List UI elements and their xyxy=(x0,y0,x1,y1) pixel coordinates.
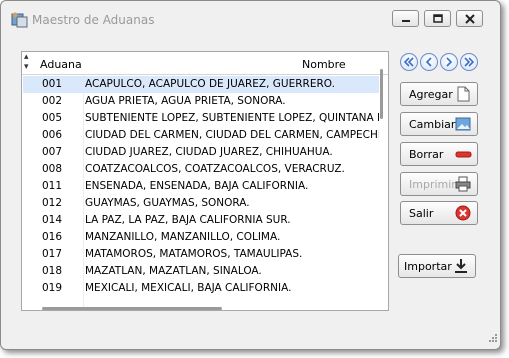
maximize-button[interactable] xyxy=(424,10,451,27)
cell-aduana: 017 xyxy=(42,248,63,260)
cell-aduana: 007 xyxy=(42,146,63,158)
new-document-icon xyxy=(457,86,470,102)
aduanas-grid[interactable]: ▴ ▾ Aduana Nombre 001 ACAPULCO, ACAPULCO D… xyxy=(21,51,389,311)
table-row[interactable]: 014 LA PAZ, LA PAZ, BAJA CALIFORNIA SUR. xyxy=(23,212,379,229)
imprimir-label: Imprimir xyxy=(409,178,456,191)
last-record-button[interactable] xyxy=(460,53,478,71)
cell-nombre: MANZANILLO, MANZANILLO, COLIMA. xyxy=(85,231,281,243)
table-row[interactable]: 005 SUBTENIENTE LOPEZ, SUBTENIENTE LOPEZ,… xyxy=(23,110,379,127)
column-header-aduana[interactable]: Aduana xyxy=(40,58,82,71)
resize-grip-icon[interactable] xyxy=(486,333,498,345)
chevron-left-icon xyxy=(425,57,432,67)
cell-nombre: SUBTENIENTE LOPEZ, SUBTENIENTE LOPEZ, QU… xyxy=(85,112,379,124)
table-row[interactable]: 001 ACAPULCO, ACAPULCO DE JUAREZ, GUERRER… xyxy=(23,76,379,93)
column-header-nombre[interactable]: Nombre xyxy=(302,58,346,71)
cell-aduana: 018 xyxy=(42,265,63,277)
borrar-button[interactable]: Borrar xyxy=(400,142,478,166)
table-row[interactable]: 006 CIUDAD DEL CARMEN, CIUDAD DEL CARMEN,… xyxy=(23,127,379,144)
printer-icon xyxy=(455,176,471,192)
chevron-right-icon xyxy=(446,57,453,67)
cell-aduana: 002 xyxy=(42,95,63,107)
cell-nombre: ENSENADA, ENSENADA, BAJA CALIFORNIA. xyxy=(85,180,309,192)
cell-aduana: 006 xyxy=(42,129,63,141)
cell-aduana: 001 xyxy=(42,78,63,90)
window-title: Maestro de Aduanas xyxy=(32,13,155,27)
cell-aduana: 019 xyxy=(42,282,63,294)
maximize-icon xyxy=(432,14,443,23)
download-arrow-icon xyxy=(455,259,467,273)
close-icon xyxy=(464,13,475,24)
previous-record-button[interactable] xyxy=(420,53,438,71)
cell-nombre: CIUDAD JUAREZ, CIUDAD JUAREZ, CHIHUAHUA. xyxy=(85,146,333,158)
cell-nombre: COATZACOALCOS, COATZACOALCOS, VERACRUZ. xyxy=(85,163,345,175)
vertical-scrollbar[interactable] xyxy=(380,69,383,119)
delete-bar-icon xyxy=(455,151,472,158)
table-row[interactable]: 018 MAZATLAN, MAZATLAN, SINALOA. xyxy=(23,263,379,280)
cambiar-label: Cambiar xyxy=(409,118,456,131)
table-row[interactable]: 002 AGUA PRIETA, AGUA PRIETA, SONORA. xyxy=(23,93,379,110)
horizontal-scrollbar[interactable] xyxy=(42,307,222,310)
cell-nombre: MAZATLAN, MAZATLAN, SINALOA. xyxy=(85,265,262,277)
cell-aduana: 008 xyxy=(42,163,63,175)
double-chevron-left-icon xyxy=(403,57,414,67)
table-row[interactable]: 011 ENSENADA, ENSENADA, BAJA CALIFORNIA. xyxy=(23,178,379,195)
table-row[interactable]: 016 MANZANILLO, MANZANILLO, COLIMA. xyxy=(23,229,379,246)
cell-nombre: MEXICALI, MEXICALI, BAJA CALIFORNIA. xyxy=(85,282,292,294)
imprimir-button[interactable]: Imprimir xyxy=(400,172,478,196)
table-row[interactable]: 019 MEXICALI, MEXICALI, BAJA CALIFORNIA. xyxy=(23,280,379,297)
app-icon xyxy=(11,12,28,28)
borrar-label: Borrar xyxy=(409,148,444,161)
minimize-button[interactable] xyxy=(392,10,419,27)
salir-label: Salir xyxy=(409,207,434,220)
grid-header: ▴ ▾ Aduana Nombre xyxy=(22,52,388,75)
cell-aduana: 012 xyxy=(42,197,63,209)
salir-button[interactable]: Salir xyxy=(400,201,478,225)
sort-indicator-icon[interactable]: ▴ ▾ xyxy=(22,52,36,74)
first-record-button[interactable] xyxy=(400,53,418,71)
double-chevron-right-icon xyxy=(464,57,475,67)
cell-nombre: CIUDAD DEL CARMEN, CIUDAD DEL CARMEN, CA… xyxy=(85,129,379,141)
importar-button[interactable]: Importar xyxy=(398,254,476,278)
cell-aduana: 014 xyxy=(42,214,63,226)
title-bar: Maestro de Aduanas xyxy=(1,1,500,37)
table-row[interactable]: 012 GUAYMAS, GUAYMAS, SONORA. xyxy=(23,195,379,212)
cell-aduana: 016 xyxy=(42,231,63,243)
table-row[interactable]: 017 MATAMOROS, MATAMOROS, TAMAULIPAS. xyxy=(23,246,379,263)
aduanas-window: Maestro de Aduanas ▴ ▾ Aduana Nombre 001 A… xyxy=(0,0,501,350)
cell-nombre: MATAMOROS, MATAMOROS, TAMAULIPAS. xyxy=(85,248,303,260)
edit-picture-icon xyxy=(455,117,471,131)
cell-aduana: 005 xyxy=(42,112,63,124)
cambiar-button[interactable]: Cambiar xyxy=(400,112,478,136)
exit-icon xyxy=(455,205,471,221)
cell-nombre: GUAYMAS, GUAYMAS, SONORA. xyxy=(85,197,250,209)
cell-nombre: LA PAZ, LA PAZ, BAJA CALIFORNIA SUR. xyxy=(85,214,291,226)
table-row[interactable]: 007 CIUDAD JUAREZ, CIUDAD JUAREZ, CHIHUAH… xyxy=(23,144,379,161)
cell-nombre: ACAPULCO, ACAPULCO DE JUAREZ, GUERRERO. xyxy=(85,78,335,90)
next-record-button[interactable] xyxy=(440,53,458,71)
table-row[interactable]: 008 COATZACOALCOS, COATZACOALCOS, VERACRU… xyxy=(23,161,379,178)
importar-label: Importar xyxy=(404,260,452,273)
agregar-label: Agregar xyxy=(409,88,453,101)
minimize-icon xyxy=(401,19,410,22)
cell-aduana: 011 xyxy=(42,180,63,192)
cell-nombre: AGUA PRIETA, AGUA PRIETA, SONORA. xyxy=(85,95,286,107)
agregar-button[interactable]: Agregar xyxy=(400,82,478,106)
close-button[interactable] xyxy=(456,10,483,27)
